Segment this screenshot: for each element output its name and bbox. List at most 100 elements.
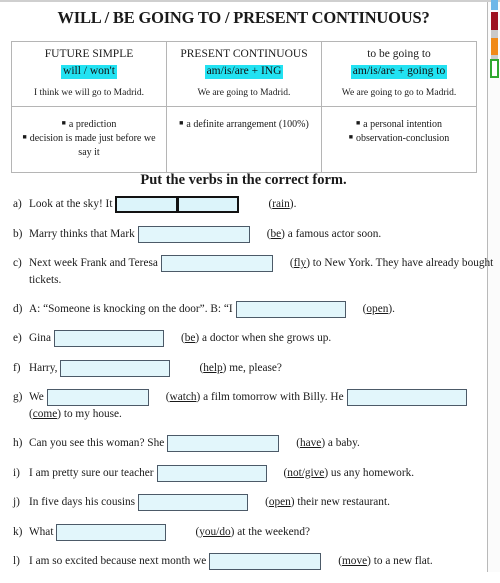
verb-cue: (be) (180, 332, 200, 345)
exercise-instruction: Put the verbs in the correct form. (140, 172, 347, 188)
exercise-label: i) (13, 466, 20, 479)
exercise-text-after: at the weekend? (234, 525, 310, 538)
exercise-text-before: Harry, (29, 361, 58, 374)
exercise-label: l) (13, 555, 20, 568)
square-bullet-icon: ■ (61, 118, 66, 127)
verb-cue: (be) (266, 227, 285, 240)
usage-cell-present-continuous: ■ a definite arrangement (100%) (166, 105, 322, 174)
exercise-text-after: me, please? (226, 361, 282, 374)
tense-example: We are going to go to Madrid. (341, 88, 457, 99)
exercise-text-before: I am pretty sure our teacher (29, 466, 154, 479)
tense-cell-going-to: to be going to am/is/are + going to We a… (321, 41, 477, 107)
exercise-text-after: their new restaurant. (294, 496, 390, 509)
list-item: ■ a personal intention (326, 118, 472, 132)
answer-input[interactable] (137, 225, 250, 243)
verb-cue: (not/give) (283, 466, 329, 479)
verb-cue: (come) (29, 408, 61, 421)
exercise-label: k) (13, 525, 23, 538)
exercise-item: d) A: “Someone is knocking on the door”. … (0, 300, 500, 318)
answer-input[interactable] (209, 553, 322, 571)
exercise-text-before: A: “Someone is knocking on the door”. B:… (29, 302, 233, 315)
answer-input[interactable] (235, 300, 346, 318)
verb-cue: (move) (338, 555, 371, 568)
exercise-text-after: . (293, 198, 297, 211)
exercise-text-before: In five days his cousins (29, 496, 136, 509)
exercise-text-after: a baby. (325, 437, 360, 450)
exercise-item: f) Harry, (help) me, please? (0, 359, 500, 377)
verb-cue: (fly) (289, 257, 310, 270)
page-title: WILL / BE GOING TO / PRESENT CONTINUOUS? (57, 8, 430, 27)
exercise-item: b) Marry thinks that Mark (be) a famous ac… (0, 225, 500, 243)
exercise-text-before: I am so excited because next month we (29, 555, 207, 568)
usage-text: observation-conclusion (355, 133, 450, 145)
answer-input[interactable] (167, 435, 280, 453)
exercise-text-after: a famous actor soon. (284, 227, 382, 240)
tense-formula: will / won't (61, 65, 117, 80)
exercise-label: g) (13, 391, 23, 404)
exercise-item: c) Next week Frank and Teresa (fly) to New… (0, 255, 500, 288)
tense-cell-present-continuous: PRESENT CONTINUOUS am/is/are + ING We ar… (166, 41, 322, 107)
exercise-text-after: to my house. (61, 408, 122, 421)
list-item: ■ a prediction (16, 118, 162, 132)
exercise-label: a) (13, 198, 22, 210)
list-item: ■ a definite arrangement (100%) (171, 118, 317, 132)
answer-input[interactable] (56, 523, 167, 541)
exercise-label: c) (13, 257, 22, 269)
tense-formula: am/is/are + going to (350, 65, 448, 80)
exercise-item: h) Can you see this woman? She (have) a ba… (0, 435, 500, 453)
exercise-item: l) I am so excited because next month we (… (0, 553, 500, 571)
verb-cue: (open) (362, 302, 393, 315)
exercise-text-before: Next week Frank and Teresa (29, 257, 158, 270)
answer-input[interactable] (160, 255, 273, 272)
answer-input[interactable] (60, 359, 171, 377)
exercise-item: e) Gina (be) a doctor when she grows up. (0, 330, 500, 348)
usage-text: decision is made just before we say it (29, 133, 156, 158)
red-chip-icon[interactable] (491, 12, 498, 30)
exercise-label: h) (13, 437, 23, 450)
answer-input[interactable] (53, 330, 164, 348)
verb-cue: (you/do) (195, 525, 235, 538)
answer-input[interactable] (346, 389, 467, 407)
verb-cue: (watch) (165, 391, 201, 404)
answer-input[interactable] (115, 196, 178, 213)
square-bullet-icon: ■ (22, 133, 27, 142)
exercise-label: f) (13, 361, 21, 374)
answer-input[interactable] (156, 464, 267, 482)
usage-text: a definite arrangement (100%) (186, 118, 309, 130)
answer-input[interactable] (177, 196, 240, 213)
exercise-text-after: us any homework. (328, 466, 415, 479)
usage-text: a prediction (68, 118, 117, 130)
exercise-text-after: a film tomorrow with Billy. He (200, 391, 344, 404)
tense-example: We are going to Madrid. (197, 88, 291, 99)
orange-chip-icon[interactable] (491, 38, 498, 55)
answer-input[interactable] (138, 494, 249, 512)
exercise-label: e) (13, 332, 22, 345)
square-bullet-icon: ■ (348, 133, 353, 142)
answer-input[interactable] (46, 389, 149, 407)
exercise-item: a) Look at the sky! It (rain). (0, 196, 500, 213)
usage-cell-future-simple: ■ a prediction ■ decision is made just bef… (11, 105, 167, 174)
green-box-icon[interactable] (490, 59, 499, 78)
usage-text: a personal intention (363, 118, 443, 130)
exercise-text-before: Look at the sky! It (29, 198, 113, 211)
exercise-item: j) In five days his cousins (open) their n… (0, 494, 500, 512)
exercise-text-before: Gina (29, 332, 51, 345)
verb-cue: (help) (199, 361, 227, 374)
verb-cue: (open) (265, 496, 295, 509)
exercise-label: d) (13, 302, 23, 315)
verb-cue: (have) (296, 437, 326, 450)
table-row-tenses: FUTURE SIMPLE will / won't I think we wi… (11, 41, 477, 107)
exercise-text-before: Marry thinks that Mark (29, 227, 135, 240)
tense-name: PRESENT CONTINUOUS (180, 48, 308, 60)
exercise-text-after: to a new flat. (370, 555, 433, 568)
exercise-text-before: What (29, 525, 54, 538)
square-bullet-icon: ■ (179, 118, 184, 127)
gray-chip-icon[interactable] (491, 30, 498, 38)
tense-name: FUTURE SIMPLE (44, 48, 134, 60)
exercise-label: b) (13, 227, 23, 240)
blue-chip-icon[interactable] (491, 0, 498, 10)
exercise-text-before: We (29, 391, 44, 404)
exercise-text-before: Can you see this woman? She (29, 437, 165, 450)
tense-example: I think we will go to Madrid. (33, 88, 145, 99)
verb-cue: (rain) (268, 198, 294, 211)
